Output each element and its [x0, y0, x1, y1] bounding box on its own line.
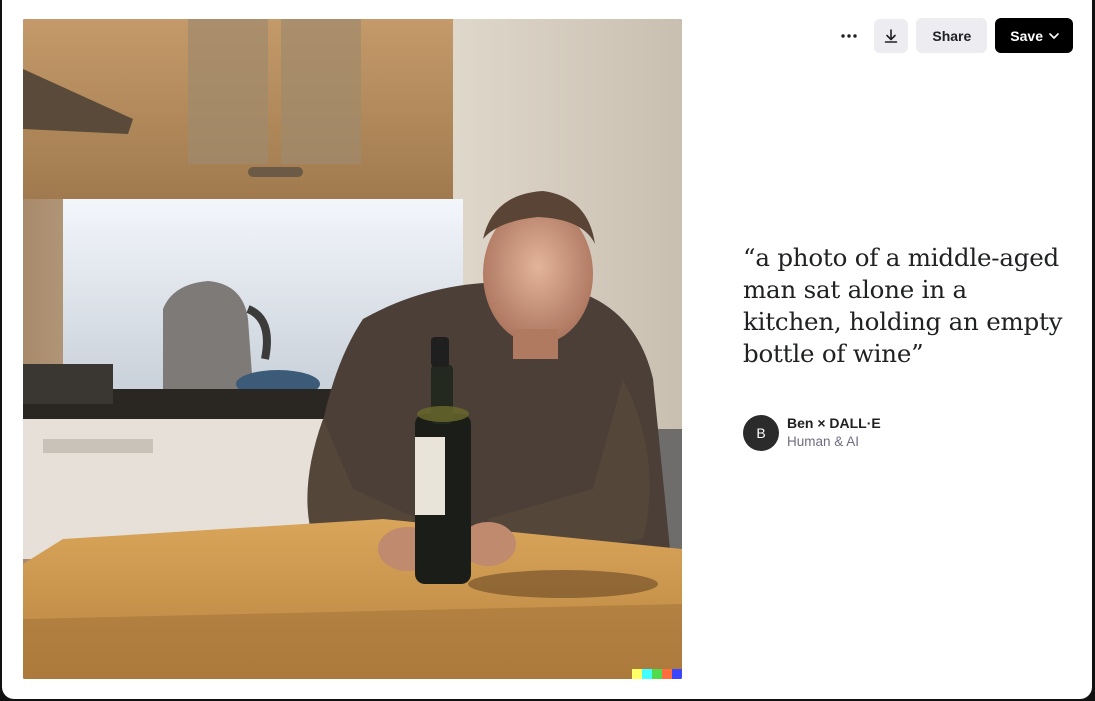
author-info: B Ben × DALL·E Human & AI	[743, 414, 881, 452]
dalle-watermark	[632, 669, 682, 679]
prompt-text: “a photo of a middle-aged man sat alone …	[743, 243, 1063, 368]
author-details: Ben × DALL·E Human & AI	[787, 414, 881, 452]
watermark-swatch	[652, 669, 662, 679]
save-button-label: Save	[1010, 27, 1043, 44]
share-button-label: Share	[932, 27, 972, 44]
download-icon	[885, 28, 898, 43]
watermark-swatch	[662, 669, 672, 679]
author-name: Ben × DALL·E	[787, 415, 881, 431]
share-button[interactable]: Share	[916, 18, 988, 53]
watermark-swatch	[672, 669, 682, 679]
watermark-swatch	[632, 669, 642, 679]
generated-image[interactable]	[23, 19, 682, 679]
ellipsis-icon	[841, 33, 858, 38]
watermark-swatch	[642, 669, 652, 679]
image-detail-modal: Share Save “a photo of a middle-aged man…	[2, 0, 1092, 699]
avatar[interactable]: B	[743, 415, 779, 451]
download-button[interactable]	[874, 18, 909, 53]
author-subtitle: Human & AI	[787, 434, 860, 449]
more-options-button[interactable]	[832, 19, 866, 53]
chevron-down-icon	[1049, 32, 1059, 39]
image-toolbar: Share Save	[832, 18, 1073, 53]
kitchen-photo-illustration	[23, 19, 682, 679]
save-button[interactable]: Save	[995, 18, 1073, 53]
